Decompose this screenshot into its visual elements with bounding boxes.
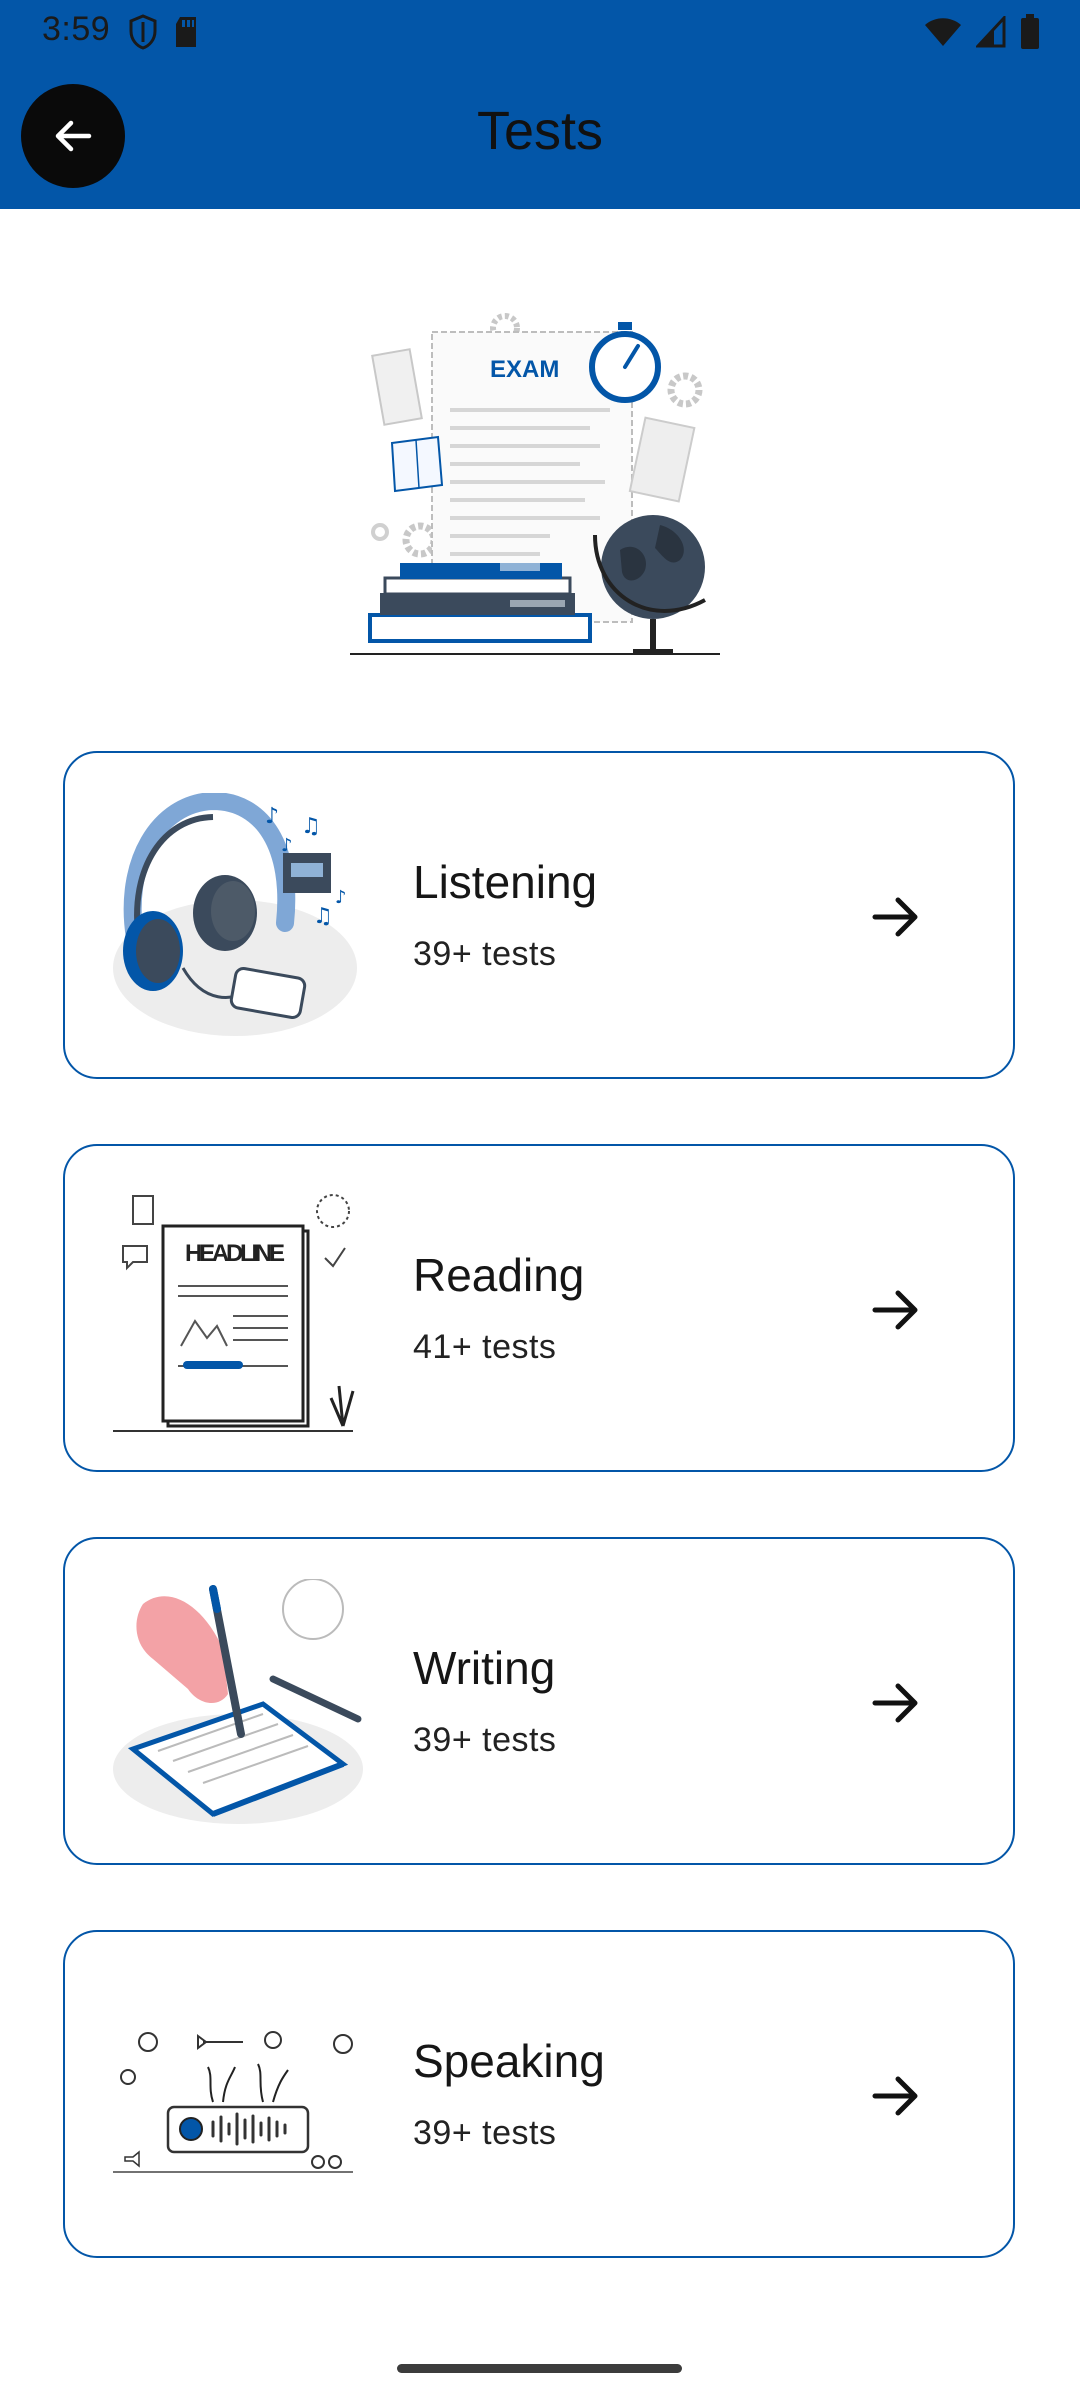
- svg-text:♪: ♪: [335, 887, 347, 908]
- status-time: 3:59: [42, 10, 111, 48]
- app-bar: 3:59 Tests: [0, 0, 1080, 209]
- card-title: Reading: [413, 1249, 585, 1301]
- exam-illustration: EXAM: [350, 313, 720, 655]
- sd-card-icon: [176, 17, 196, 47]
- illustration-headline: HEADLINE: [185, 1240, 285, 1267]
- arrow-forward-icon: [872, 897, 918, 937]
- svg-text:♪: ♪: [281, 835, 293, 856]
- writing-card[interactable]: Writing 39+ tests: [63, 1537, 1015, 1865]
- arrow-forward-icon: [872, 2076, 918, 2116]
- home-indicator[interactable]: [397, 2364, 682, 2373]
- card-title: Listening: [413, 856, 598, 908]
- wifi-icon: [925, 18, 961, 46]
- voice-wave-illustration: [113, 2031, 353, 2173]
- svg-text:♫: ♫: [301, 814, 321, 839]
- svg-text:♫: ♫: [313, 904, 333, 929]
- arrow-forward-icon: [872, 1683, 918, 1723]
- card-subtitle: 39+ tests: [413, 1721, 557, 1759]
- arrow-forward-icon: [872, 1290, 918, 1330]
- card-subtitle: 39+ tests: [413, 935, 557, 973]
- card-subtitle: 39+ tests: [413, 2114, 557, 2152]
- signal-icon: [976, 16, 1006, 48]
- listening-card[interactable]: ♪ ♫ ♪ ♫ ♪ Listening 39+ tests: [63, 751, 1015, 1079]
- headphones-illustration: ♪ ♫ ♪ ♫ ♪: [113, 793, 357, 1036]
- shield-icon: [129, 14, 157, 50]
- hand-writing-illustration: [113, 1579, 363, 1824]
- card-title: Writing: [413, 1642, 556, 1694]
- card-title: Speaking: [413, 2035, 605, 2087]
- exam-label: EXAM: [490, 356, 559, 383]
- reading-card[interactable]: HEADLINE Reading 41+ tests: [63, 1144, 1015, 1472]
- svg-text:♪: ♪: [265, 804, 279, 829]
- status-bar: 3:59: [0, 0, 1080, 64]
- battery-icon: [1021, 14, 1039, 49]
- card-subtitle: 41+ tests: [413, 1328, 557, 1366]
- page-title: Tests: [476, 101, 604, 161]
- speaking-card[interactable]: Speaking 39+ tests: [63, 1930, 1015, 2258]
- newspaper-illustration: HEADLINE: [113, 1194, 355, 1432]
